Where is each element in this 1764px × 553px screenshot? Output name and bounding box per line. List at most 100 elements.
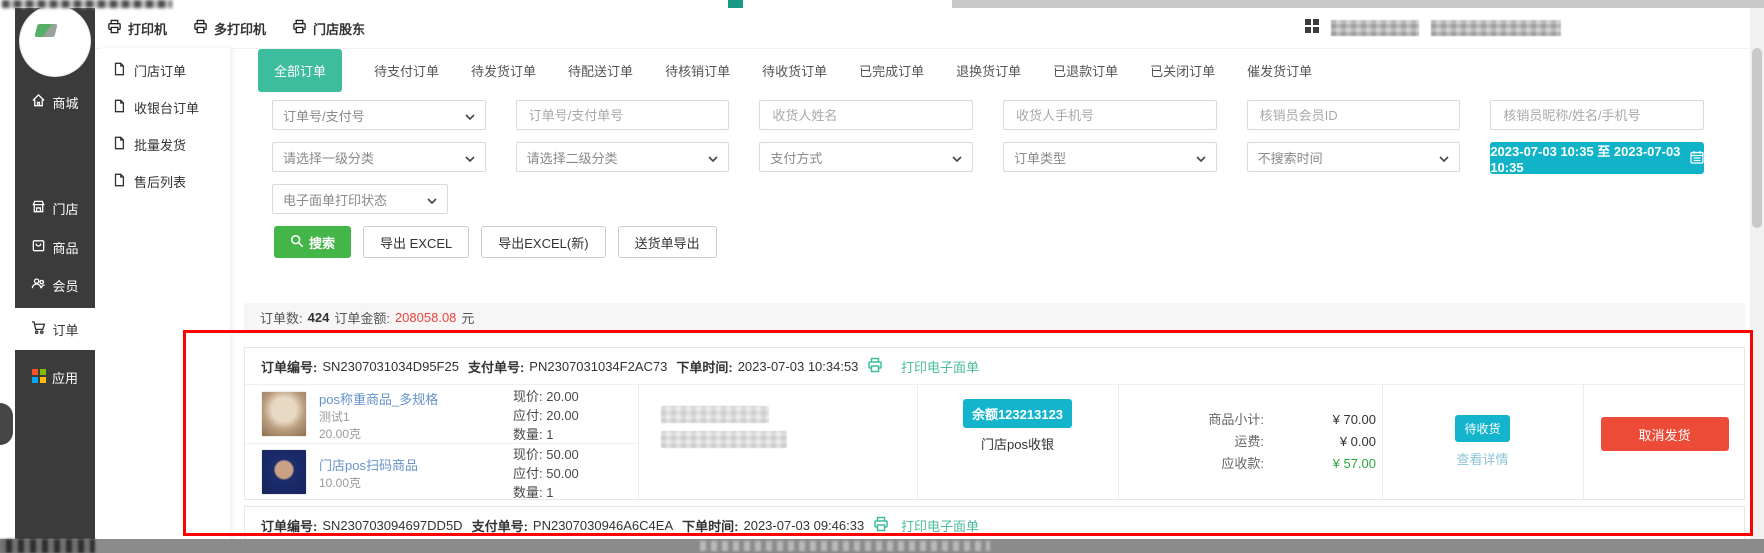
sidebar-item-label: 商品 xyxy=(52,238,78,257)
avatar[interactable] xyxy=(20,6,90,76)
topbar-item-label: 门店股东 xyxy=(313,19,365,38)
action-column: 取消发货 xyxy=(1583,385,1746,451)
product-row: 门店pos扫码商品 10.00克 现价: 50.00 应付: 50.00 数量:… xyxy=(245,443,638,501)
store-icon xyxy=(31,199,46,217)
category-level1-select[interactable]: 请选择一级分类 xyxy=(272,142,486,172)
censored-receiver-phone xyxy=(661,431,787,448)
tab-return-exchange[interactable]: 退换货订单 xyxy=(956,61,1021,80)
view-detail-link[interactable]: 查看详情 xyxy=(1382,449,1583,468)
verifier-member-id-input[interactable] xyxy=(1258,107,1450,124)
print-eorder-link[interactable]: 打印电子面单 xyxy=(901,516,979,535)
multi-printer-button[interactable]: 多打印机 xyxy=(193,19,266,38)
time-mode-select[interactable]: 不搜索时间 xyxy=(1247,142,1461,172)
filter-row-1: 订单号/支付号 xyxy=(272,100,1704,130)
sidebar-item-mall[interactable]: 商城 xyxy=(15,83,95,121)
product-name-link[interactable]: pos称重商品_多规格 xyxy=(319,389,438,408)
sidebar-collapse-handle[interactable] xyxy=(0,403,13,445)
order-summary-bar: 订单数: 424 订单金额: 208058.08元 xyxy=(244,303,1745,331)
tab-completed[interactable]: 已完成订单 xyxy=(859,61,924,80)
tab-wait-receive[interactable]: 待收货订单 xyxy=(762,61,827,80)
tab-urge-ship[interactable]: 催发货订单 xyxy=(1247,61,1312,80)
subsidebar-item-label: 收银台订单 xyxy=(134,98,199,117)
order-type-select[interactable]: 订单类型 xyxy=(1003,142,1217,172)
tab-all[interactable]: 全部订单 xyxy=(258,49,342,92)
avatar-logo xyxy=(34,24,57,37)
subsidebar-item-aftersale-list[interactable]: 售后列表 xyxy=(95,163,230,200)
document-icon xyxy=(112,173,126,190)
verifier-info-input[interactable] xyxy=(1501,107,1693,124)
apps-grid-icon xyxy=(32,369,46,386)
home-icon xyxy=(31,93,46,111)
tab-wait-ship[interactable]: 待发货订单 xyxy=(471,61,536,80)
sidebar-item-apps[interactable]: 应用 xyxy=(15,358,95,396)
sidebar-item-label: 商城 xyxy=(52,93,78,112)
totals-column: 商品小计:¥ 70.00 运费:¥ 0.00 应收款:¥ 57.00 xyxy=(1118,409,1376,475)
date-range-button[interactable]: 2023-07-03 10:35 至 2023-07-03 10:35 xyxy=(1490,142,1704,174)
eprint-status-select[interactable]: 电子面单打印状态 xyxy=(272,184,448,214)
search-button-label: 搜索 xyxy=(309,233,335,252)
grid-menu-icon[interactable] xyxy=(1305,19,1319,36)
tab-wait-delivery[interactable]: 待配送订单 xyxy=(568,61,633,80)
pay-no-value: PN2307030946A6C4EA xyxy=(533,518,673,533)
select-value: 请选择二级分类 xyxy=(527,148,618,167)
calendar-icon xyxy=(1690,150,1704,167)
product-spec: 测试1 xyxy=(319,408,350,425)
subtotal-label: 商品小计: xyxy=(1208,409,1264,431)
store-shareholder-button[interactable]: 门店股东 xyxy=(292,19,365,38)
members-icon xyxy=(31,276,46,294)
order-no-field xyxy=(516,100,730,130)
sidebar-item-member[interactable]: 会员 xyxy=(15,266,95,304)
printer-icon xyxy=(292,19,307,37)
pay-method-select[interactable]: 支付方式 xyxy=(759,142,973,172)
chevron-down-icon xyxy=(952,150,962,165)
subsidebar-item-label: 批量发货 xyxy=(134,135,186,154)
vertical-scrollbar[interactable] xyxy=(1750,8,1764,539)
order-no-input[interactable] xyxy=(527,107,719,124)
product-thumbnail[interactable] xyxy=(261,391,307,437)
tab-wait-verify[interactable]: 待核销订单 xyxy=(665,61,730,80)
export-excel-button[interactable]: 导出 EXCEL xyxy=(363,226,469,258)
printer-button[interactable]: 打印机 xyxy=(107,19,167,38)
order-time-label: 下单时间: xyxy=(682,516,738,535)
eprint-printer-icon[interactable] xyxy=(873,516,889,535)
cart-icon xyxy=(31,320,46,338)
receiver-phone-input[interactable] xyxy=(1014,107,1206,124)
product-thumbnail[interactable] xyxy=(261,449,307,495)
tab-refunded[interactable]: 已退款订单 xyxy=(1053,61,1118,80)
main-content: 全部订单 待支付订单 待发货订单 待配送订单 待核销订单 待收货订单 已完成订单… xyxy=(230,48,1764,553)
subsidebar-item-cashier-orders[interactable]: 收银台订单 xyxy=(95,89,230,126)
chevron-down-icon xyxy=(465,150,475,165)
order-amount-unit: 元 xyxy=(461,308,474,327)
subtotal-value: ¥ 70.00 xyxy=(1264,409,1376,431)
order-count-value: 424 xyxy=(308,310,330,325)
tab-wait-pay[interactable]: 待支付订单 xyxy=(374,61,439,80)
cancel-shipping-button[interactable]: 取消发货 xyxy=(1601,417,1729,451)
select-value: 电子面单打印状态 xyxy=(283,190,387,209)
delivery-note-export-button[interactable]: 送货单导出 xyxy=(618,226,717,258)
receiver-name-input[interactable] xyxy=(770,107,962,124)
censored-receiver-name xyxy=(661,406,769,423)
payment-method: 门店pos收银 xyxy=(917,434,1118,453)
search-icon xyxy=(290,234,304,251)
browser-top-gray-bar xyxy=(952,0,1764,8)
search-button[interactable]: 搜索 xyxy=(274,226,351,258)
order-no-type-select[interactable]: 订单号/支付号 xyxy=(272,100,486,130)
export-excel-new-button[interactable]: 导出EXCEL(新) xyxy=(481,226,605,258)
product-icon xyxy=(31,238,46,256)
sidebar-item-product[interactable]: 商品 xyxy=(15,228,95,266)
sidebar-item-store[interactable]: 门店 xyxy=(15,189,95,227)
sidebar-item-order[interactable]: 订单 xyxy=(15,308,95,350)
category-level2-select[interactable]: 请选择二级分类 xyxy=(516,142,730,172)
price-label: 现价: xyxy=(513,389,543,404)
product-name-link[interactable]: 门店pos扫码商品 xyxy=(319,455,418,474)
print-eorder-link[interactable]: 打印电子面单 xyxy=(901,357,979,376)
receiver-phone-field xyxy=(1003,100,1217,130)
date-range-value: 2023-07-03 10:35 至 2023-07-03 10:35 xyxy=(1490,141,1682,175)
censored-user-info xyxy=(1431,20,1561,36)
subsidebar-item-store-orders[interactable]: 门店订单 xyxy=(95,52,230,89)
tab-closed[interactable]: 已关闭订单 xyxy=(1150,61,1215,80)
subsidebar-item-batch-ship[interactable]: 批量发货 xyxy=(95,126,230,163)
scrollbar-thumb[interactable] xyxy=(1752,48,1762,228)
price-value: 20.00 xyxy=(546,389,579,404)
eprint-printer-icon[interactable] xyxy=(867,357,883,376)
